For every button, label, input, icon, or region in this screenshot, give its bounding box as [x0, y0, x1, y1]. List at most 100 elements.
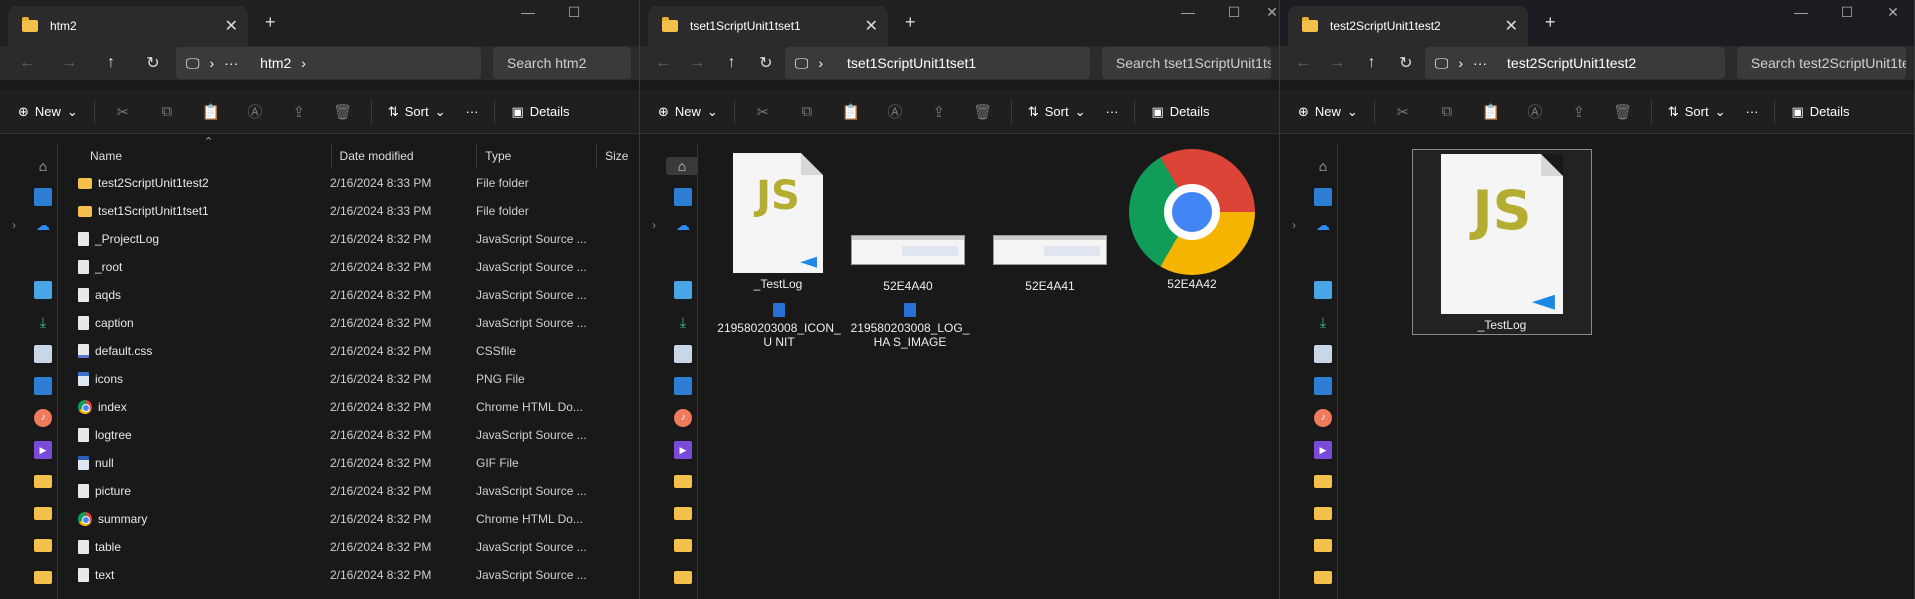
up-icon[interactable]: ↑ — [716, 54, 746, 72]
paste-icon[interactable]: 📋 — [191, 103, 231, 121]
folder-icon[interactable] — [1314, 539, 1332, 552]
minimize-button[interactable]: — — [1778, 4, 1824, 21]
new-tab-button[interactable]: + — [905, 12, 916, 33]
pictures-icon[interactable] — [1314, 377, 1332, 395]
breadcrumb-overflow[interactable]: ··· — [1473, 55, 1487, 71]
share-icon[interactable]: ⇪ — [279, 103, 319, 121]
refresh-icon[interactable]: ↻ — [1391, 53, 1421, 73]
home-icon[interactable]: ⌂ — [666, 157, 698, 175]
address-bar[interactable]: 🖵 › tset1ScriptUnit1tset1 — [784, 47, 1090, 79]
music-icon[interactable]: ♪ — [34, 409, 52, 427]
refresh-icon[interactable]: ↻ — [751, 53, 781, 73]
copy-icon[interactable]: ⧉ — [1427, 103, 1467, 120]
table-row[interactable]: _root 2/16/2024 8:32 PM JavaScript Source … — [60, 253, 639, 281]
close-tab-icon[interactable]: ✕ — [865, 16, 878, 36]
gallery-icon[interactable] — [674, 188, 692, 206]
share-icon[interactable]: ⇪ — [1559, 103, 1599, 121]
file-item[interactable]: 219580203008_LOG_HA S_IMAGE — [840, 303, 980, 349]
column-type[interactable]: Type — [477, 143, 598, 169]
desktop-icon[interactable] — [1314, 281, 1332, 299]
folder-icon[interactable] — [34, 571, 52, 584]
table-row[interactable]: summary 2/16/2024 8:32 PM Chrome HTML Do..… — [60, 505, 639, 533]
file-item[interactable]: 52E4A41 — [980, 235, 1120, 293]
copy-icon[interactable]: ⧉ — [787, 103, 827, 120]
search-input[interactable]: Search test2ScriptUnit1test2 — [1736, 47, 1906, 79]
file-item[interactable]: JS ◄ _TestLog — [1412, 149, 1592, 335]
home-icon[interactable]: ⌂ — [1314, 157, 1332, 175]
tab-htm2[interactable]: htm2 ✕ — [8, 6, 248, 46]
share-icon[interactable]: ⇪ — [919, 103, 959, 121]
table-row[interactable]: text 2/16/2024 8:32 PM JavaScript Source .… — [60, 561, 639, 589]
breadcrumb-test2[interactable]: test2ScriptUnit1test2 — [1507, 55, 1636, 71]
close-button[interactable]: ✕ — [1870, 4, 1914, 21]
table-row[interactable]: null 2/16/2024 8:32 PM GIF File — [60, 449, 639, 477]
table-row[interactable]: caption 2/16/2024 8:32 PM JavaScript Sourc… — [60, 309, 639, 337]
minimize-button[interactable]: — — [505, 4, 551, 21]
more-options-button[interactable]: ··· — [1737, 104, 1766, 119]
table-row[interactable]: aqds 2/16/2024 8:32 PM JavaScript Source .… — [60, 281, 639, 309]
table-row[interactable]: icons 2/16/2024 8:32 PM PNG File — [60, 365, 639, 393]
chevron-right-icon[interactable]: › — [1292, 218, 1296, 232]
breadcrumb-tset1[interactable]: tset1ScriptUnit1tset1 — [847, 55, 976, 71]
documents-icon[interactable] — [34, 345, 52, 363]
more-options-button[interactable]: ··· — [457, 104, 486, 119]
folder-icon[interactable] — [674, 475, 692, 488]
search-input[interactable]: Search tset1ScriptUnit1tset1 — [1101, 47, 1271, 79]
table-row[interactable]: index 2/16/2024 8:32 PM Chrome HTML Do... — [60, 393, 639, 421]
gallery-icon[interactable] — [34, 188, 52, 206]
delete-icon[interactable]: 🗑 — [963, 103, 1003, 121]
folder-icon[interactable] — [674, 539, 692, 552]
tab-test2[interactable]: test2ScriptUnit1test2 ✕ — [1288, 6, 1528, 46]
close-button[interactable]: ✕ — [1257, 4, 1279, 21]
sort-button[interactable]: ⇅ Sort ⌄ — [1660, 104, 1734, 120]
forward-icon[interactable]: → — [682, 54, 712, 72]
back-icon[interactable]: ← — [8, 54, 46, 72]
folder-icon[interactable] — [1314, 571, 1332, 584]
home-icon[interactable]: ⌂ — [34, 157, 52, 175]
file-item[interactable]: 52E4A42 — [1122, 149, 1262, 291]
column-size[interactable]: Size — [597, 143, 639, 169]
breadcrumb-htm2[interactable]: htm2 — [260, 55, 291, 71]
downloads-icon[interactable]: ⤓ — [674, 313, 692, 331]
new-button[interactable]: ⊕ New ⌄ — [10, 104, 86, 120]
rename-icon[interactable]: Ⓐ — [875, 101, 915, 122]
file-item[interactable]: JS ◄ _TestLog — [718, 153, 838, 291]
table-row[interactable]: default.css 2/16/2024 8:32 PM CSSfile — [60, 337, 639, 365]
videos-icon[interactable]: ▶ — [1314, 441, 1332, 459]
maximize-button[interactable]: ☐ — [1211, 4, 1257, 21]
maximize-button[interactable]: ☐ — [551, 4, 597, 21]
rename-icon[interactable]: Ⓐ — [235, 101, 275, 122]
folder-icon[interactable] — [674, 571, 692, 584]
copy-icon[interactable]: ⧉ — [147, 103, 187, 120]
downloads-icon[interactable]: ⤓ — [1314, 313, 1332, 331]
table-row[interactable]: table 2/16/2024 8:32 PM JavaScript Source … — [60, 533, 639, 561]
folder-icon[interactable] — [1314, 507, 1332, 520]
refresh-icon[interactable]: ↻ — [134, 53, 172, 73]
chevron-right-icon[interactable]: › — [652, 218, 656, 232]
delete-icon[interactable]: 🗑 — [323, 103, 363, 121]
column-name[interactable]: Name — [60, 143, 332, 169]
desktop-icon[interactable] — [674, 281, 692, 299]
chevron-right-icon[interactable]: › — [12, 218, 16, 232]
cut-icon[interactable]: ✂ — [743, 103, 783, 121]
folder-icon[interactable] — [674, 507, 692, 520]
new-tab-button[interactable]: + — [1545, 12, 1556, 33]
cut-icon[interactable]: ✂ — [1383, 103, 1423, 121]
folder-icon[interactable] — [34, 539, 52, 552]
pictures-icon[interactable] — [674, 377, 692, 395]
file-item[interactable]: 219580203008_ICON_U NIT — [700, 303, 858, 349]
paste-icon[interactable]: 📋 — [1471, 103, 1511, 121]
cut-icon[interactable]: ✂ — [103, 103, 143, 121]
rename-icon[interactable]: Ⓐ — [1515, 101, 1555, 122]
music-icon[interactable]: ♪ — [674, 409, 692, 427]
documents-icon[interactable] — [674, 345, 692, 363]
forward-icon[interactable]: → — [50, 54, 88, 72]
file-item[interactable]: 52E4A40 — [838, 235, 978, 293]
close-tab-icon[interactable]: ✕ — [225, 16, 238, 36]
table-row[interactable]: test2ScriptUnit1test2 2/16/2024 8:33 PM Fi… — [60, 169, 639, 197]
sort-button[interactable]: ⇅ Sort ⌄ — [380, 104, 454, 120]
up-icon[interactable]: ↑ — [92, 54, 130, 72]
new-tab-button[interactable]: + — [265, 12, 276, 33]
table-row[interactable]: logtree 2/16/2024 8:32 PM JavaScript Sourc… — [60, 421, 639, 449]
onedrive-icon[interactable]: ☁ — [1314, 216, 1332, 234]
